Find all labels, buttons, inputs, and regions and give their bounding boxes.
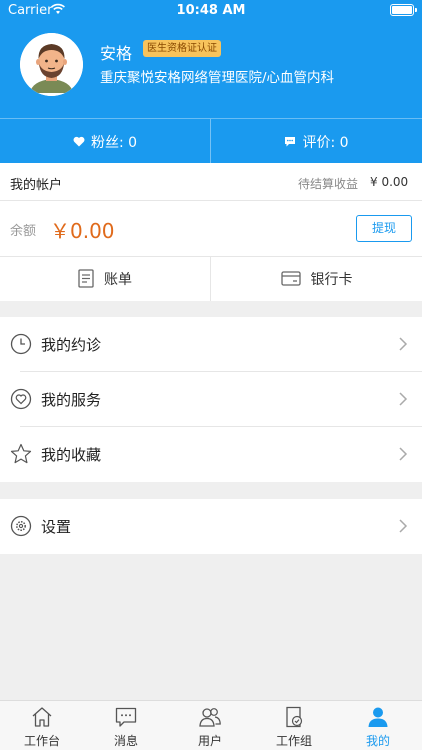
menu-item-favorites[interactable]: 我的收藏	[0, 427, 422, 482]
chevron-right-icon	[399, 337, 408, 351]
menu-item-settings[interactable]: 设置	[0, 499, 422, 554]
person-icon	[368, 707, 388, 727]
bank-card-button[interactable]: 银行卡	[211, 256, 422, 301]
tab-messages[interactable]: 消息	[84, 701, 168, 750]
star-icon	[10, 443, 32, 464]
clock: 10:48 AM	[176, 3, 246, 18]
chevron-right-icon	[399, 519, 408, 533]
tab-workgroup[interactable]: 工作组	[252, 701, 336, 750]
hospital-department: 重庆聚悦安格网络管理医院/心血管内科	[100, 70, 335, 86]
tab-workbench[interactable]: 工作台	[0, 701, 84, 750]
menu-label: 我的约诊	[41, 336, 102, 354]
tab-label: 工作组	[275, 734, 312, 748]
tab-bar: 工作台 消息 用户 工作组 我的	[0, 700, 422, 750]
tab-label: 我的	[365, 734, 390, 748]
profile-header: Carrier 10:48 AM 安格 医生资格证认证 重庆聚悦安格网络管理医院…	[0, 0, 422, 164]
status-bar: Carrier 10:48 AM	[0, 0, 422, 22]
stats-bar: 粉丝: 0 评价: 0	[0, 118, 422, 164]
menu-label: 我的收藏	[41, 446, 102, 464]
certification-badge: 医生资格证认证	[143, 40, 221, 57]
tab-label: 消息	[113, 734, 138, 748]
reviews-label: 评价: 0	[302, 134, 349, 151]
heart-circle-icon	[10, 388, 32, 410]
doctor-name: 安格	[100, 44, 133, 63]
settings-list: 设置	[0, 499, 422, 554]
clipboard-check-icon	[286, 706, 303, 728]
menu-list: 我的约诊 我的服务 我的收藏	[0, 317, 422, 482]
pending-earnings-label: 待结算收益	[298, 177, 359, 191]
chat-icon	[115, 707, 137, 727]
gear-icon	[10, 515, 32, 537]
fans-stat[interactable]: 粉丝: 0	[0, 119, 211, 164]
bank-card-icon	[280, 271, 301, 286]
bill-label: 账单	[104, 271, 132, 288]
heart-icon	[73, 136, 85, 147]
users-icon	[199, 708, 221, 727]
comment-icon	[285, 137, 296, 147]
bank-card-label: 银行卡	[310, 271, 353, 288]
withdraw-button[interactable]: 提现	[356, 215, 412, 242]
menu-item-appointments[interactable]: 我的约诊	[0, 317, 422, 372]
tab-users[interactable]: 用户	[168, 701, 252, 750]
reviews-stat[interactable]: 评价: 0	[211, 119, 422, 164]
avatar[interactable]	[20, 33, 83, 96]
account-title: 我的帐户	[10, 178, 63, 193]
clock-icon	[10, 333, 32, 355]
menu-label: 设置	[41, 518, 72, 536]
pending-earnings-value: ¥ 0.00	[370, 175, 409, 189]
tab-label: 用户	[197, 734, 222, 748]
balance-value: ￥0.00	[50, 219, 115, 243]
menu-label: 我的服务	[41, 391, 102, 409]
account-card: 我的帐户 待结算收益 ¥ 0.00 余额 ￥0.00 提现 账单 银行卡	[0, 163, 422, 301]
divider	[0, 200, 422, 201]
bill-icon	[78, 269, 94, 288]
menu-item-services[interactable]: 我的服务	[0, 372, 422, 427]
home-icon	[32, 707, 52, 727]
fans-label: 粉丝: 0	[90, 134, 138, 151]
balance-label: 余额	[10, 224, 37, 239]
chevron-right-icon	[399, 447, 408, 461]
chevron-right-icon	[399, 392, 408, 406]
battery-icon	[390, 4, 417, 16]
tab-label: 工作台	[23, 734, 60, 748]
bill-button[interactable]: 账单	[0, 256, 211, 301]
tab-mine[interactable]: 我的	[336, 701, 420, 750]
